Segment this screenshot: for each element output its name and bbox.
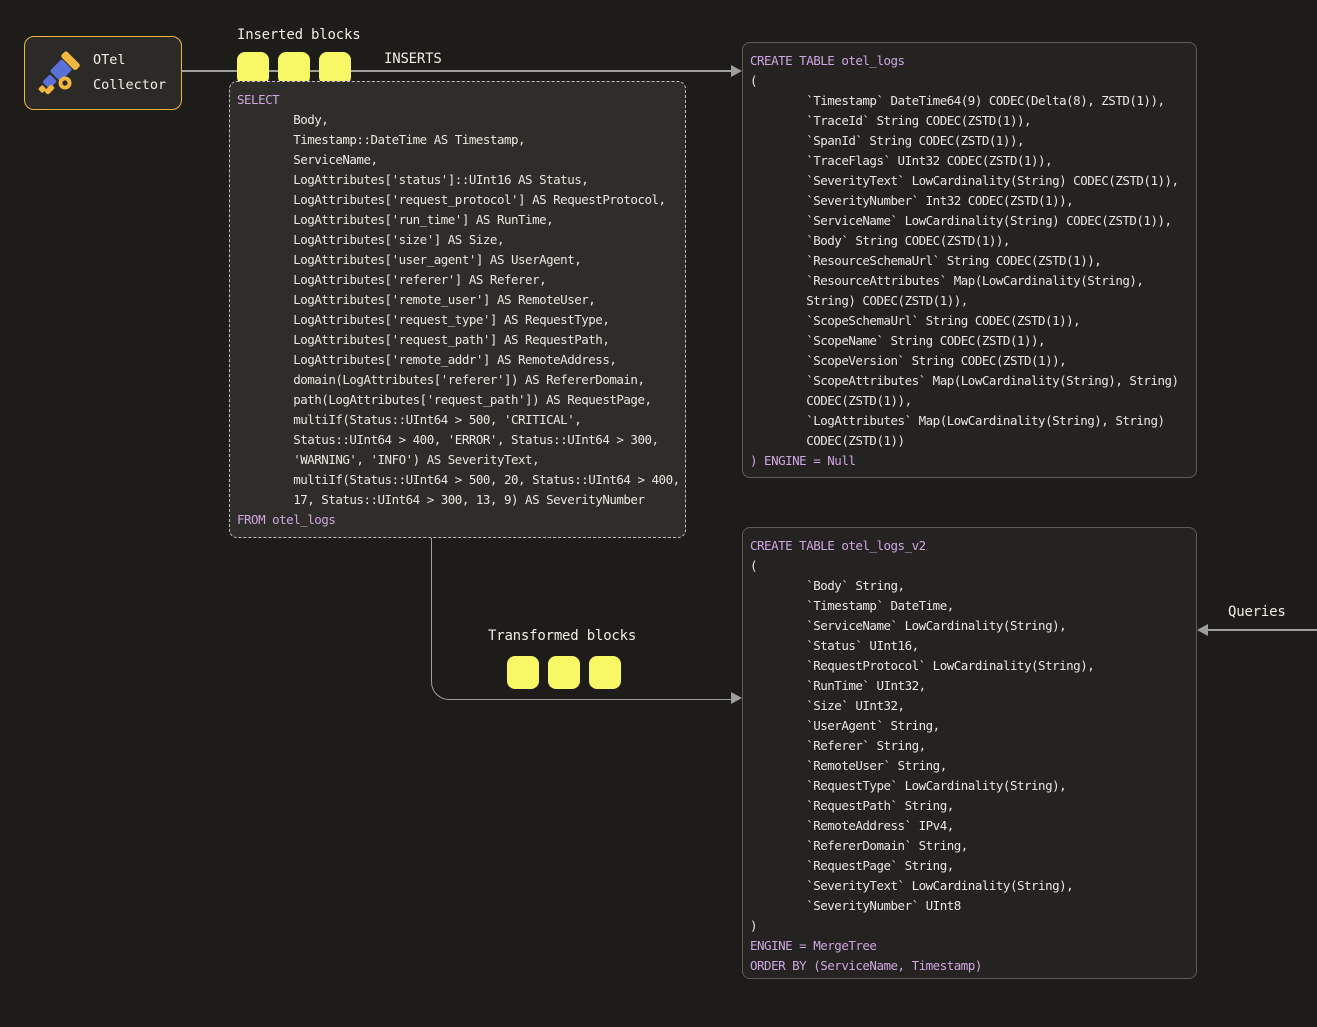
code-line: path(LogAttributes['request_path']) AS R… [237,390,681,410]
code-line: ( [750,556,1192,576]
code-line: `ServiceName` LowCardinality(String) COD… [750,211,1192,231]
create-table-otel-logs-block: CREATE TABLE otel_logs( `Timestamp` Date… [742,42,1197,478]
transformed-block-square [507,656,539,689]
code-line: `RequestPage` String, [750,856,1192,876]
code-line: `Body` String, [750,576,1192,596]
code-line: LogAttributes['status']::UInt16 AS Statu… [237,170,681,190]
code-line: `RemoteAddress` IPv4, [750,816,1192,836]
code-line: `SeverityText` LowCardinality(String), [750,876,1192,896]
code-line: `ServiceName` LowCardinality(String), [750,616,1192,636]
code-line: 'WARNING', 'INFO') AS SeverityText, [237,450,681,470]
code-line: `Body` String CODEC(ZSTD(1)), [750,231,1192,251]
code-line: ) [750,916,1192,936]
code-line: FROM otel_logs [237,510,681,530]
code-line: `ScopeAttributes` Map(LowCardinality(Str… [750,371,1192,391]
code-line: SELECT [237,90,681,110]
code-line: ( [750,71,1192,91]
code-line: LogAttributes['run_time'] AS RunTime, [237,210,681,230]
code-line: `Status` UInt16, [750,636,1192,656]
code-line: `RunTime` UInt32, [750,676,1192,696]
code-line: CREATE TABLE otel_logs [750,51,1192,71]
code-line: `RequestPath` String, [750,796,1192,816]
transformed-block-square [589,656,621,689]
telescope-icon [34,46,88,104]
code-line: `RefererDomain` String, [750,836,1192,856]
code-line: `RequestType` LowCardinality(String), [750,776,1192,796]
code-line: ENGINE = MergeTree [750,936,1192,956]
code-line: `ScopeSchemaUrl` String CODEC(ZSTD(1)), [750,311,1192,331]
code-line: LogAttributes['request_path'] AS Request… [237,330,681,350]
otel-collector-node: OTel Collector [24,36,182,110]
code-line: `UserAgent` String, [750,716,1192,736]
transformed-blocks-label: Transformed blocks [488,628,636,644]
code-line: `LogAttributes` Map(LowCardinality(Strin… [750,411,1192,431]
code-line: `TraceFlags` UInt32 CODEC(ZSTD(1)), [750,151,1192,171]
transformed-blocks-group [507,656,621,689]
otel-collector-label: OTel Collector [93,48,166,98]
code-line: `SeverityNumber` UInt8 [750,896,1192,916]
select-query-block: SELECT Body, Timestamp::DateTime AS Time… [229,81,686,538]
code-line: ServiceName, [237,150,681,170]
queries-label: Queries [1228,604,1286,620]
transformed-block-square [548,656,580,689]
queries-arrow-line [1208,629,1317,631]
code-line: `Referer` String, [750,736,1192,756]
code-line: `ResourceSchemaUrl` String CODEC(ZSTD(1)… [750,251,1192,271]
code-line: LogAttributes['request_type'] AS Request… [237,310,681,330]
code-line: `ScopeVersion` String CODEC(ZSTD(1)), [750,351,1192,371]
code-line: LogAttributes['user_agent'] AS UserAgent… [237,250,681,270]
code-line: `SpanId` String CODEC(ZSTD(1)), [750,131,1192,151]
inserts-label: INSERTS [384,51,442,67]
code-line: domain(LogAttributes['referer']) AS Refe… [237,370,681,390]
code-line: CODEC(ZSTD(1)), [750,391,1192,411]
code-line: CREATE TABLE otel_logs_v2 [750,536,1192,556]
code-line: Timestamp::DateTime AS Timestamp, [237,130,681,150]
code-line: LogAttributes['request_protocol'] AS Req… [237,190,681,210]
create-table-otel-logs-v2-block: CREATE TABLE otel_logs_v2( `Body` String… [742,527,1197,979]
code-line: CODEC(ZSTD(1)) [750,431,1192,451]
code-line: LogAttributes['remote_user'] AS RemoteUs… [237,290,681,310]
code-line: `Timestamp` DateTime64(9) CODEC(Delta(8)… [750,91,1192,111]
code-line: `ResourceAttributes` Map(LowCardinality(… [750,271,1192,291]
code-line: `RemoteUser` String, [750,756,1192,776]
code-line: `SeverityText` LowCardinality(String) CO… [750,171,1192,191]
code-line: LogAttributes['referer'] AS Referer, [237,270,681,290]
code-line: String) CODEC(ZSTD(1)), [750,291,1192,311]
code-line: `TraceId` String CODEC(ZSTD(1)), [750,111,1192,131]
code-line: ORDER BY (ServiceName, Timestamp) [750,956,1192,976]
code-line: `Size` UInt32, [750,696,1192,716]
code-line: multiIf(Status::UInt64 > 500, 20, Status… [237,470,681,490]
queries-arrowhead-icon [1197,624,1208,636]
code-line: `RequestProtocol` LowCardinality(String)… [750,656,1192,676]
code-line: 17, Status::UInt64 > 300, 13, 9) AS Seve… [237,490,681,510]
code-line: LogAttributes['size'] AS Size, [237,230,681,250]
code-line: LogAttributes['remote_addr'] AS RemoteAd… [237,350,681,370]
code-line: ) ENGINE = Null [750,451,1192,471]
otel-collector-line2: Collector [93,77,166,93]
inserts-arrowhead-icon [731,65,742,77]
inserted-blocks-label: Inserted blocks [237,27,360,43]
code-line: Status::UInt64 > 400, 'ERROR', Status::U… [237,430,681,450]
transform-arrowhead-icon [731,692,742,704]
code-line: `ScopeName` String CODEC(ZSTD(1)), [750,331,1192,351]
code-line: `Timestamp` DateTime, [750,596,1192,616]
diagram-canvas: OTel Collector Inserted blocks INSERTS SE… [0,0,1317,1027]
otel-collector-line1: OTel [93,52,126,68]
code-line: multiIf(Status::UInt64 > 500, 'CRITICAL'… [237,410,681,430]
code-line: `SeverityNumber` Int32 CODEC(ZSTD(1)), [750,191,1192,211]
code-line: Body, [237,110,681,130]
